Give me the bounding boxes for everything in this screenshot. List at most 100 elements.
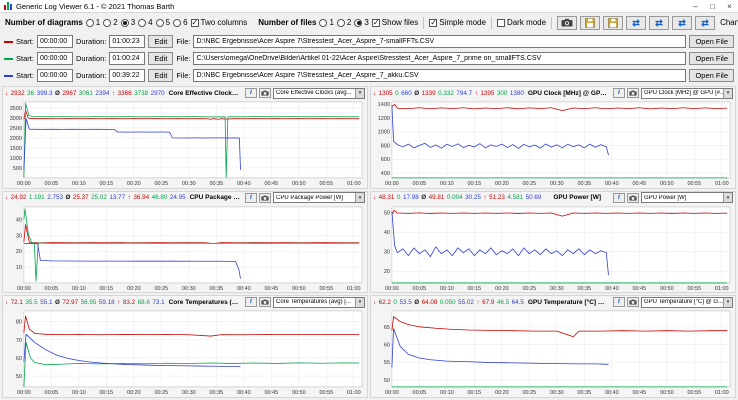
swap-diagrams-down-button[interactable]: ⇄ bbox=[695, 15, 716, 30]
svg-text:00:20: 00:20 bbox=[495, 181, 509, 187]
svg-text:00:20: 00:20 bbox=[495, 391, 509, 397]
file-path-input[interactable] bbox=[193, 35, 687, 48]
chart-canvas[interactable]: 00:00 00:05 00:10 00:15 00:20 00:25 00:30 00:35… bbox=[371, 204, 735, 293]
checkbox-icon bbox=[429, 18, 438, 27]
radio-option-2[interactable]: 2 bbox=[103, 18, 118, 27]
max-value-file1: 51.23 bbox=[489, 194, 505, 202]
svg-text:00:10: 00:10 bbox=[72, 286, 86, 292]
edit-button[interactable]: Edit bbox=[148, 35, 174, 48]
metric-dropdown[interactable]: GPU Temperature [°C] @ G... ▾ bbox=[641, 296, 733, 308]
swap-files-1-2-button[interactable]: ⇄ bbox=[626, 15, 647, 30]
chart-screenshot-button[interactable] bbox=[259, 88, 271, 98]
chart-canvas[interactable]: 00:00 00:05 00:10 00:15 00:20 00:25 00:30 00:35… bbox=[371, 99, 735, 188]
edit-button[interactable]: Edit bbox=[148, 69, 174, 82]
chart-screenshot-button[interactable] bbox=[259, 297, 271, 308]
chart-screenshot-button[interactable] bbox=[627, 192, 639, 203]
duration-input[interactable] bbox=[109, 35, 146, 48]
svg-text:00:20: 00:20 bbox=[127, 391, 141, 397]
start-input[interactable] bbox=[36, 52, 73, 65]
radio-option-5[interactable]: 5 bbox=[155, 18, 170, 27]
radio-option-2[interactable]: 2 bbox=[336, 18, 351, 27]
file-path-input[interactable] bbox=[193, 69, 687, 82]
metric-dropdown[interactable]: Core Effective Clocks (avg... ▾ bbox=[273, 87, 365, 99]
start-input[interactable] bbox=[36, 69, 73, 82]
close-button[interactable]: × bbox=[721, 0, 738, 12]
metric-dropdown[interactable]: Core Temperatures (avg) [... ▾ bbox=[273, 296, 365, 308]
chart-info-button[interactable]: i bbox=[245, 192, 257, 203]
metric-dropdown[interactable]: CPU Package Power [W] ▾ bbox=[273, 192, 365, 204]
start-input[interactable] bbox=[36, 35, 73, 48]
svg-text:00:35: 00:35 bbox=[577, 181, 591, 187]
chart-info-button[interactable]: i bbox=[613, 297, 625, 308]
chart-header: ↓ 24.92 1.191 2.753 Ø 25.37 25.02 13.77 … bbox=[3, 192, 367, 204]
chart-grid: ↓ 2932 36 399.3 Ø 2967 3061 2394 ↑ 3366 … bbox=[0, 84, 738, 400]
min-icon: ↓ bbox=[373, 298, 377, 306]
radio-option-3[interactable]: 3 bbox=[354, 18, 369, 27]
radio-option-3[interactable]: 3 bbox=[120, 18, 135, 27]
window-title: Generic Log Viewer 6.1 - © 2021 Thomas B… bbox=[16, 1, 175, 11]
maximize-button[interactable]: □ bbox=[704, 0, 721, 12]
duration-label: Duration: bbox=[75, 71, 107, 80]
save-image-button[interactable] bbox=[580, 15, 601, 30]
duration-input[interactable] bbox=[109, 52, 146, 65]
file-path-input[interactable] bbox=[193, 52, 687, 65]
chart-info-button[interactable]: i bbox=[245, 88, 257, 98]
chart-stats: ↓ 2932 36 399.3 Ø 2967 3061 2394 ↑ 3366 … bbox=[5, 90, 165, 97]
max-value-file1: 3366 bbox=[117, 89, 132, 97]
chart-title: GPU Temperature [°C] @ GPU [#0]: NVIDIA … bbox=[527, 298, 611, 306]
radio-icon bbox=[319, 18, 328, 27]
chart-canvas[interactable]: 00:00 00:05 00:10 00:15 00:20 00:25 00:30 00:35… bbox=[3, 308, 367, 397]
file-color-indicator bbox=[4, 57, 13, 60]
metric-dropdown[interactable]: GPU Power [W] ▾ bbox=[641, 192, 733, 204]
chart-info-button[interactable]: i bbox=[613, 88, 625, 98]
min-value-file3: 399.3 bbox=[36, 89, 53, 97]
minimize-button[interactable]: – bbox=[687, 0, 704, 12]
chart-info-button[interactable]: i bbox=[245, 297, 257, 308]
radio-option-1[interactable]: 1 bbox=[85, 18, 100, 27]
dark-mode-checkbox[interactable]: Dark mode bbox=[496, 18, 546, 27]
min-value-file2: 0 bbox=[396, 194, 401, 202]
radio-option-4[interactable]: 4 bbox=[138, 18, 153, 27]
chart-stats: ↓ 1305 0 660 Ø 1339 0.332 794.7 ↑ 1395 3… bbox=[373, 90, 524, 97]
swap-files-2-3-button[interactable]: ⇄ bbox=[649, 15, 670, 30]
radio-option-1[interactable]: 1 bbox=[319, 18, 334, 27]
chart-screenshot-button[interactable] bbox=[627, 297, 639, 308]
duration-input[interactable] bbox=[109, 69, 146, 82]
chart-info-button[interactable]: i bbox=[613, 192, 625, 203]
svg-text:00:25: 00:25 bbox=[523, 181, 537, 187]
open-file-button[interactable]: Open File bbox=[689, 52, 734, 65]
chart-screenshot-button[interactable] bbox=[627, 88, 639, 98]
show-files-checkbox[interactable]: Show files bbox=[371, 18, 418, 27]
chart-canvas[interactable]: 00:00 00:05 00:10 00:15 00:20 00:25 00:30 00:35… bbox=[371, 308, 735, 397]
avg-value-file3: 794.7 bbox=[456, 89, 473, 97]
metric-dropdown[interactable]: GPU Clock [MHz] @ GPU [#... ▾ bbox=[641, 87, 733, 99]
chart-canvas[interactable]: 00:00 00:05 00:10 00:15 00:20 00:25 00:30 00:35… bbox=[3, 204, 367, 293]
open-file-button[interactable]: Open File bbox=[689, 35, 734, 48]
svg-text:01:00: 01:00 bbox=[715, 391, 729, 397]
svg-text:1400: 1400 bbox=[378, 102, 390, 108]
avg-value-file3: 2394 bbox=[95, 89, 110, 97]
open-file-button[interactable]: Open File bbox=[689, 69, 734, 82]
radio-option-6[interactable]: 6 bbox=[173, 18, 188, 27]
camera-button[interactable] bbox=[557, 15, 578, 30]
simple-mode-checkbox[interactable]: Simple mode bbox=[429, 18, 486, 27]
radio-icon bbox=[354, 18, 363, 27]
camera-icon bbox=[629, 90, 637, 96]
duration-label: Duration: bbox=[75, 37, 107, 46]
svg-text:00:05: 00:05 bbox=[45, 391, 59, 397]
chart-plot: 00:00 00:05 00:10 00:15 00:20 00:25 00:30 00:35… bbox=[371, 204, 735, 293]
info-icon: i bbox=[618, 89, 620, 96]
max-value-file3: 2970 bbox=[150, 89, 165, 97]
two-columns-checkbox[interactable]: Two columns bbox=[190, 18, 247, 27]
min-value-file2: 36 bbox=[27, 89, 35, 97]
edit-button[interactable]: Edit bbox=[148, 52, 174, 65]
chart-controls: i Core Temperatures (avg) [... ▾ bbox=[245, 296, 365, 308]
save-config-button[interactable] bbox=[603, 15, 624, 30]
svg-text:00:45: 00:45 bbox=[632, 286, 646, 292]
svg-text:00:10: 00:10 bbox=[72, 181, 86, 187]
chart-screenshot-button[interactable] bbox=[259, 192, 271, 203]
swap-diagrams-up-button[interactable]: ⇄ bbox=[672, 15, 693, 30]
avg-value-file1: 25.37 bbox=[72, 194, 89, 202]
checkbox-icon bbox=[496, 18, 505, 27]
chart-canvas[interactable]: 00:00 00:05 00:10 00:15 00:20 00:25 00:30 00:35… bbox=[3, 99, 367, 188]
